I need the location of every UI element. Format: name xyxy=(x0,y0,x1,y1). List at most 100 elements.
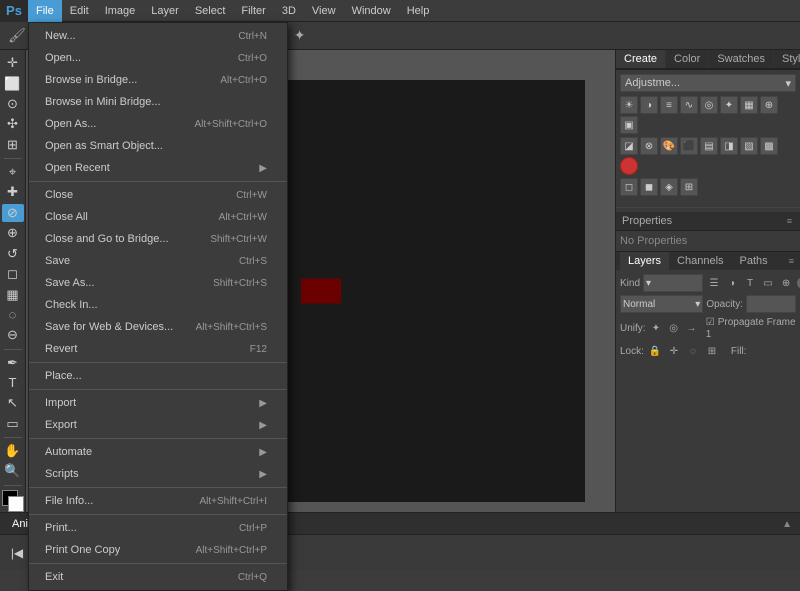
airbrush-icon[interactable]: ✦ xyxy=(289,25,311,47)
blur-tool[interactable]: ◌ xyxy=(2,306,24,324)
menu-file[interactable]: File xyxy=(28,0,62,22)
menu-save-web[interactable]: Save for Web & Devices... Alt+Shift+Ctrl… xyxy=(29,316,287,338)
adj-icon-levels[interactable]: ≡ xyxy=(660,96,678,114)
lock-icon-2[interactable]: ✛ xyxy=(666,343,682,359)
menu-filter[interactable]: Filter xyxy=(233,0,273,22)
menu-image[interactable]: Image xyxy=(97,0,144,22)
lock-icon-1[interactable]: 🔒 xyxy=(647,343,663,359)
brush-tool[interactable]: ⊘ xyxy=(2,204,24,222)
tab-create[interactable]: Create xyxy=(616,50,666,68)
tab-channels[interactable]: Channels xyxy=(669,252,731,270)
adj-icon-exposure[interactable]: ◎ xyxy=(700,96,718,114)
adj-icon-extra3[interactable]: ◈ xyxy=(660,178,678,196)
menu-place[interactable]: Place... xyxy=(29,365,287,387)
shape-tool[interactable]: ▭ xyxy=(2,415,24,433)
menu-browse-mini-bridge[interactable]: Browse in Mini Bridge... xyxy=(29,91,287,113)
layer-filter-shape[interactable]: ▭ xyxy=(760,275,776,291)
menu-export[interactable]: Export ▶ xyxy=(29,414,287,436)
adj-icon-gradient[interactable]: ▧ xyxy=(740,137,758,155)
adj-icon-selective[interactable]: ▩ xyxy=(760,137,778,155)
adj-icon-channelmix[interactable]: ⊗ xyxy=(640,137,658,155)
menu-print[interactable]: Print... Ctrl+P xyxy=(29,517,287,539)
pen-tool[interactable]: ✒ xyxy=(2,353,24,371)
zoom-tool[interactable]: 🔍 xyxy=(2,462,24,480)
adj-icon-threshold[interactable]: ◨ xyxy=(720,137,738,155)
brush-tool-option-icon[interactable]: 🖌 xyxy=(6,25,28,47)
layers-panel-menu[interactable]: ≡ xyxy=(787,254,796,268)
menu-window[interactable]: Window xyxy=(344,0,399,22)
menu-open-recent[interactable]: Open Recent ▶ xyxy=(29,157,287,179)
move-tool[interactable]: ✛ xyxy=(2,54,24,72)
menu-close[interactable]: Close Ctrl+W xyxy=(29,184,287,206)
adj-icon-bw[interactable]: ◪ xyxy=(620,137,638,155)
background-color[interactable] xyxy=(8,496,24,512)
menu-open-as[interactable]: Open As... Alt+Shift+Ctrl+O xyxy=(29,113,287,135)
transport-start[interactable]: |◀ xyxy=(8,544,26,562)
menu-print-one[interactable]: Print One Copy Alt+Shift+Ctrl+P xyxy=(29,539,287,561)
menu-file-info[interactable]: File Info... Alt+Shift+Ctrl+I xyxy=(29,490,287,512)
tab-layers[interactable]: Layers xyxy=(620,252,669,270)
menu-3d[interactable]: 3D xyxy=(274,0,304,22)
adj-icon-extra1[interactable]: ◻ xyxy=(620,178,638,196)
menu-import[interactable]: Import ▶ xyxy=(29,392,287,414)
menu-edit[interactable]: Edit xyxy=(62,0,97,22)
menu-save[interactable]: Save Ctrl+S xyxy=(29,250,287,272)
dodge-tool[interactable]: ⊖ xyxy=(2,326,24,344)
adj-icon-photo[interactable]: ▣ xyxy=(620,116,638,134)
gradient-tool[interactable]: ▦ xyxy=(2,285,24,303)
properties-menu[interactable]: ≡ xyxy=(785,214,794,228)
quick-select-tool[interactable]: ✣ xyxy=(2,115,24,133)
menu-scripts[interactable]: Scripts ▶ xyxy=(29,463,287,485)
layer-filter-adjust[interactable]: ◑ xyxy=(724,275,740,291)
adj-icon-posterize[interactable]: ▤ xyxy=(700,137,718,155)
lock-icon-3[interactable]: ◌ xyxy=(685,343,701,359)
adj-icon-colorbalance[interactable]: ⊕ xyxy=(760,96,778,114)
adj-icon-extra2[interactable]: ◼ xyxy=(640,178,658,196)
adj-icon-vibrance[interactable]: ✦ xyxy=(720,96,738,114)
menu-exit[interactable]: Exit Ctrl+Q xyxy=(29,566,287,588)
layer-filter-smart[interactable]: ⊕ xyxy=(778,275,794,291)
menu-close-all[interactable]: Close All Alt+Ctrl+W xyxy=(29,206,287,228)
menu-save-as[interactable]: Save As... Shift+Ctrl+S xyxy=(29,272,287,294)
bottom-panel-collapse[interactable]: ▲ xyxy=(782,518,792,530)
clone-tool[interactable]: ⊕ xyxy=(2,224,24,242)
unify-icon-3[interactable]: → xyxy=(684,320,699,336)
tab-swatches[interactable]: Swatches xyxy=(709,50,774,68)
history-brush-tool[interactable]: ↺ xyxy=(2,245,24,263)
eraser-tool[interactable]: ◻ xyxy=(2,265,24,283)
tab-color[interactable]: Color xyxy=(666,50,709,68)
path-select-tool[interactable]: ↖ xyxy=(2,394,24,412)
layers-kind-select[interactable]: ▾ xyxy=(643,274,703,292)
adj-icon-extra4[interactable]: ⊞ xyxy=(680,178,698,196)
heal-tool[interactable]: ✚ xyxy=(2,183,24,201)
opacity-input[interactable] xyxy=(746,295,796,313)
menu-check-in[interactable]: Check In... xyxy=(29,294,287,316)
menu-browse-bridge[interactable]: Browse in Bridge... Alt+Ctrl+O xyxy=(29,69,287,91)
adj-icon-curves[interactable]: ∿ xyxy=(680,96,698,114)
tab-paths[interactable]: Paths xyxy=(732,252,776,270)
layer-filter-pixel[interactable]: ☰ xyxy=(706,275,722,291)
adj-icon-sun[interactable]: ☀ xyxy=(620,96,638,114)
menu-open[interactable]: Open... Ctrl+O xyxy=(29,47,287,69)
lasso-tool[interactable]: ⊙ xyxy=(2,95,24,113)
adj-icon-avatar[interactable] xyxy=(620,157,638,175)
adj-icon-contrast[interactable]: ◑ xyxy=(640,96,658,114)
adj-icon-colorlookup[interactable]: 🎨 xyxy=(660,137,678,155)
adj-icon-hsl[interactable]: ▦ xyxy=(740,96,758,114)
menu-open-smart[interactable]: Open as Smart Object... xyxy=(29,135,287,157)
crop-tool[interactable]: ⊞ xyxy=(2,136,24,154)
hand-tool[interactable]: ✋ xyxy=(2,442,24,460)
menu-help[interactable]: Help xyxy=(399,0,438,22)
lock-icon-4[interactable]: ⊞ xyxy=(704,343,720,359)
menu-close-goto-bridge[interactable]: Close and Go to Bridge... Shift+Ctrl+W xyxy=(29,228,287,250)
unify-icon-2[interactable]: ◎ xyxy=(666,320,681,336)
menu-automate[interactable]: Automate ▶ xyxy=(29,441,287,463)
unify-icon-1[interactable]: ✦ xyxy=(649,320,664,336)
blend-mode-select[interactable]: Normal ▾ xyxy=(620,295,703,313)
menu-select[interactable]: Select xyxy=(187,0,234,22)
menu-view[interactable]: View xyxy=(304,0,344,22)
layer-filter-text[interactable]: T xyxy=(742,275,758,291)
text-tool[interactable]: T xyxy=(2,374,24,392)
tab-styles[interactable]: Styles xyxy=(774,50,800,68)
eyedropper-tool[interactable]: ⌖ xyxy=(2,163,24,181)
